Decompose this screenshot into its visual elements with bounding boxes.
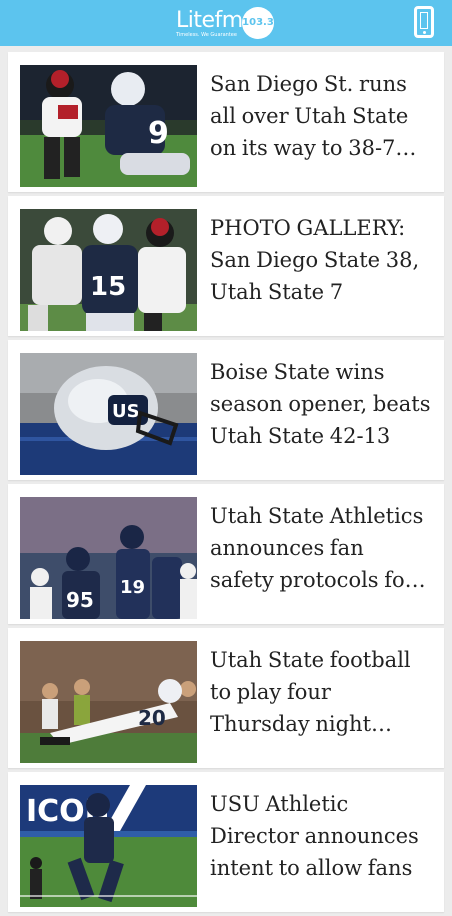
article-thumbnail: 9 bbox=[20, 65, 197, 187]
article-thumbnail: 95 19 bbox=[20, 497, 197, 619]
svg-text:20: 20 bbox=[138, 706, 166, 730]
article-title[interactable]: San Diego St. runs all over Utah State o… bbox=[210, 68, 432, 164]
logo-text: Litefm bbox=[176, 8, 243, 33]
article-card[interactable]: 95 19 Utah State Athletics announces fan… bbox=[8, 484, 444, 624]
svg-text:19: 19 bbox=[120, 577, 145, 598]
article-thumbnail: ICON bbox=[20, 785, 197, 907]
logo-tagline: Timeless. We Guarantee bbox=[176, 32, 237, 38]
article-title[interactable]: Utah State football to play four Thursda… bbox=[210, 644, 432, 740]
article-title[interactable]: PHOTO GALLERY: San Diego State 38, Utah … bbox=[210, 212, 432, 308]
article-card[interactable]: 15 PHOTO GALLERY: San Diego State 38, Ut… bbox=[8, 196, 444, 336]
article-title[interactable]: Utah State Athletics announces fan safet… bbox=[210, 500, 432, 596]
article-card[interactable]: US Boise State wins season opener, beats… bbox=[8, 340, 444, 480]
article-card[interactable]: 20 Utah State football to play four Thur… bbox=[8, 628, 444, 768]
article-thumbnail: US bbox=[20, 353, 197, 475]
article-title[interactable]: Boise State wins season opener, beats Ut… bbox=[210, 356, 432, 452]
app-header: Litefm 103.3 Timeless. We Guarantee bbox=[0, 0, 452, 46]
svg-text:US: US bbox=[112, 401, 140, 422]
article-card[interactable]: 9 San Diego St. runs all over Utah State… bbox=[8, 52, 444, 192]
article-title[interactable]: USU Athletic Director announces intent t… bbox=[210, 788, 432, 884]
station-logo[interactable]: Litefm 103.3 Timeless. We Guarantee bbox=[176, 6, 280, 40]
article-thumbnail: 20 bbox=[20, 641, 197, 763]
article-card[interactable]: ICON USU Athletic Director announces int… bbox=[8, 772, 444, 912]
svg-text:9: 9 bbox=[148, 116, 169, 151]
svg-text:15: 15 bbox=[90, 272, 126, 302]
article-list: 9 San Diego St. runs all over Utah State… bbox=[8, 52, 444, 916]
logo-badge: 103.3 bbox=[242, 7, 274, 39]
article-thumbnail: 15 bbox=[20, 209, 197, 331]
phone-icon[interactable] bbox=[414, 6, 434, 38]
svg-text:95: 95 bbox=[66, 588, 94, 612]
